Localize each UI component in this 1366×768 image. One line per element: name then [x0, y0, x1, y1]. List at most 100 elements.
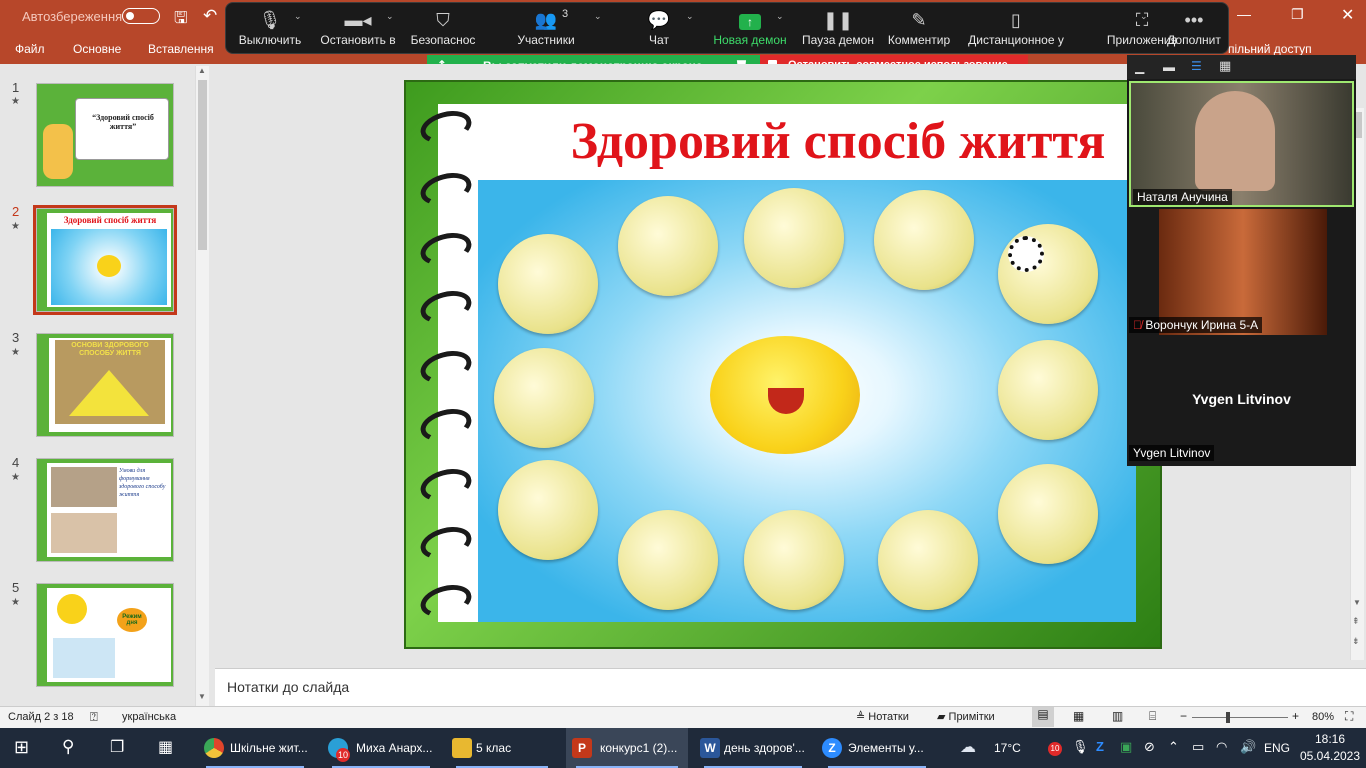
- family-photo-1: [51, 467, 117, 507]
- slide-sorter-icon[interactable]: ▦: [1073, 709, 1084, 723]
- wifi-icon[interactable]: ◠: [1216, 739, 1227, 755]
- participant-name-center: Yvgen Litvinov: [1192, 391, 1291, 407]
- chevron-down-icon[interactable]: ⌄: [686, 11, 694, 22]
- tab-insert[interactable]: Вставлення: [148, 42, 214, 56]
- tray-zoom-icon[interactable]: Z: [1096, 739, 1104, 754]
- zoom-level[interactable]: 80%: [1312, 711, 1334, 723]
- schedule-illustration: [53, 638, 115, 678]
- pause-icon: ❚❚: [822, 10, 854, 30]
- chevron-down-icon[interactable]: ⌄: [386, 11, 394, 22]
- zoom-in-icon[interactable]: +: [1292, 709, 1299, 723]
- remote-control-button[interactable]: ▯ Дистанционное у: [964, 3, 1068, 55]
- pause-share-button[interactable]: ❚❚ Пауза демон: [800, 3, 876, 55]
- clock-date[interactable]: 05.04.2023: [1298, 749, 1362, 763]
- autosave-label: Автозбереження: [22, 9, 123, 24]
- minimize-window-icon[interactable]: —: [1237, 6, 1251, 22]
- participants-button[interactable]: 👥 Участники: [510, 3, 582, 55]
- slide-thumbnail-3[interactable]: ОСНОВИ ЗДОРОВОГО СПОСОБУ ЖИТТЯ: [36, 333, 174, 437]
- scroll-down-icon[interactable]: ▼: [198, 692, 206, 701]
- chevron-down-icon[interactable]: ⌄: [1140, 11, 1148, 22]
- scroll-down-icon[interactable]: ▼: [1353, 598, 1361, 607]
- slide-title[interactable]: Здоровий спосіб життя: [538, 112, 1138, 171]
- next-slide-icon[interactable]: ⇟: [1352, 636, 1360, 647]
- taskbar-app-explorer[interactable]: 5 клас: [446, 728, 558, 768]
- taskbar-app-chrome[interactable]: Шкільне жит...: [196, 728, 314, 768]
- scroll-up-icon[interactable]: ▲: [198, 66, 206, 75]
- normal-view-icon[interactable]: ▤: [1032, 707, 1054, 727]
- notes-toggle-button[interactable]: ≜ Нотатки: [856, 710, 909, 723]
- thumb-title: Здоровий спосіб життя: [63, 215, 157, 225]
- slide-number: 4: [12, 455, 20, 470]
- volume-icon[interactable]: 🔊: [1240, 739, 1256, 755]
- slideshow-icon[interactable]: ⌸: [1149, 709, 1156, 724]
- tray-stop-icon[interactable]: ⊘: [1144, 739, 1155, 755]
- clock-time[interactable]: 18:16: [1302, 732, 1358, 746]
- zoom-slider[interactable]: [1192, 717, 1288, 718]
- slide-thumbnail-5[interactable]: Режим дня: [36, 583, 174, 687]
- slide-thumbnail-2[interactable]: Здоровий спосіб життя: [33, 205, 177, 315]
- hide-video-icon[interactable]: ▬: [1163, 60, 1175, 74]
- gallery-view-icon[interactable]: ▦: [1219, 58, 1231, 74]
- input-language[interactable]: ENG: [1264, 741, 1290, 755]
- tab-home[interactable]: Основне: [73, 42, 121, 56]
- chevron-down-icon[interactable]: ⌄: [776, 11, 784, 22]
- more-button[interactable]: ••• Дополнит: [1164, 3, 1224, 55]
- notes-pane[interactable]: Нотатки до слайда: [215, 668, 1366, 706]
- share-button[interactable]: пільний доступ: [1228, 42, 1312, 56]
- participant-video-natalia[interactable]: Наталя Анучина: [1129, 81, 1354, 207]
- calculator-icon[interactable]: ▦: [158, 737, 173, 757]
- undo-icon[interactable]: ↶: [203, 6, 217, 26]
- chevron-down-icon[interactable]: ⌄: [594, 11, 602, 22]
- thumb-page: ОСНОВИ ЗДОРОВОГО СПОСОБУ ЖИТТЯ: [49, 338, 171, 432]
- comments-button[interactable]: ▰ Примітки: [937, 710, 995, 723]
- task-view-icon[interactable]: ❐: [110, 737, 124, 757]
- current-slide[interactable]: Здоровий спосіб життя: [404, 80, 1162, 649]
- weather-cloud-icon[interactable]: ☁: [960, 737, 976, 757]
- chevron-down-icon[interactable]: ⌄: [294, 11, 302, 22]
- taskbar-app-word[interactable]: W день здоров'...: [694, 728, 812, 768]
- security-button[interactable]: ⛉ Безопаснос: [406, 3, 480, 55]
- fit-slide-icon[interactable]: ⛶: [1345, 709, 1353, 724]
- annotate-button[interactable]: ✎ Комментир: [886, 3, 952, 55]
- kid-skateboard-coin: [744, 510, 844, 610]
- tab-file[interactable]: Файл: [15, 42, 45, 56]
- tray-microphone-icon[interactable]: 🎙: [1072, 739, 1089, 755]
- word-icon: W: [700, 738, 720, 758]
- thumbnail-scrollbar[interactable]: ▲ ▼: [195, 66, 209, 706]
- thumb-title: Умови для формування здорового способу ж…: [119, 468, 166, 498]
- autosave-toggle[interactable]: [122, 8, 160, 24]
- participant-video-yvgen[interactable]: Yvgen Litvinov Yvgen Litvinov: [1127, 335, 1356, 466]
- slide-thumbnail-1[interactable]: “Здоровий спосіб життя”: [36, 83, 174, 187]
- close-window-icon[interactable]: ✕: [1341, 5, 1354, 25]
- taskbar-app-zoom[interactable]: Z Элементы у...: [818, 728, 936, 768]
- network-icon[interactable]: ▭: [1192, 739, 1204, 755]
- speaker-view-icon[interactable]: ☰: [1191, 59, 1202, 73]
- tray-telegram-badge[interactable]: 10: [1048, 742, 1062, 756]
- taskbar-app-powerpoint[interactable]: P конкурс1 (2)...: [566, 728, 688, 768]
- taskbar-app-telegram[interactable]: 10 Миха Анарх...: [322, 728, 440, 768]
- sun-illustration: [97, 255, 121, 277]
- search-icon[interactable]: ⚲: [62, 737, 74, 757]
- reading-view-icon[interactable]: ▥: [1112, 709, 1123, 723]
- language-indicator[interactable]: українська: [122, 711, 176, 723]
- zoom-out-icon[interactable]: −: [1180, 709, 1187, 723]
- participant-video-iryna[interactable]: 🎙̸ Ворончук Ирина 5-А: [1127, 209, 1356, 335]
- tray-overflow-icon[interactable]: ⌃: [1168, 739, 1179, 755]
- scrollbar-thumb[interactable]: [198, 80, 207, 250]
- windows-start-icon[interactable]: ⊞: [14, 737, 29, 758]
- tray-app-icon[interactable]: ▣: [1120, 739, 1132, 755]
- restore-window-icon[interactable]: ❐: [1291, 6, 1304, 23]
- slide-thumbnail-4[interactable]: Умови для формування здорового способу ж…: [36, 458, 174, 562]
- save-icon[interactable]: 🖫: [174, 7, 188, 34]
- chat-button[interactable]: 💬 Чат: [636, 3, 682, 55]
- weather-temperature[interactable]: 17°C: [994, 741, 1021, 755]
- zoom-slider-thumb[interactable]: [1226, 712, 1230, 723]
- previous-slide-icon[interactable]: ⇞: [1352, 616, 1360, 627]
- chat-icon: 💬: [647, 10, 671, 30]
- accessibility-icon[interactable]: ⍰: [90, 709, 98, 725]
- healthy-lifestyle-picture[interactable]: [478, 180, 1136, 622]
- notes-placeholder[interactable]: Нотатки до слайда: [227, 679, 349, 695]
- minimize-gallery-icon[interactable]: ▁: [1135, 60, 1144, 74]
- mouse-icon: ▯: [1011, 10, 1021, 30]
- family-photo-2: [51, 513, 117, 553]
